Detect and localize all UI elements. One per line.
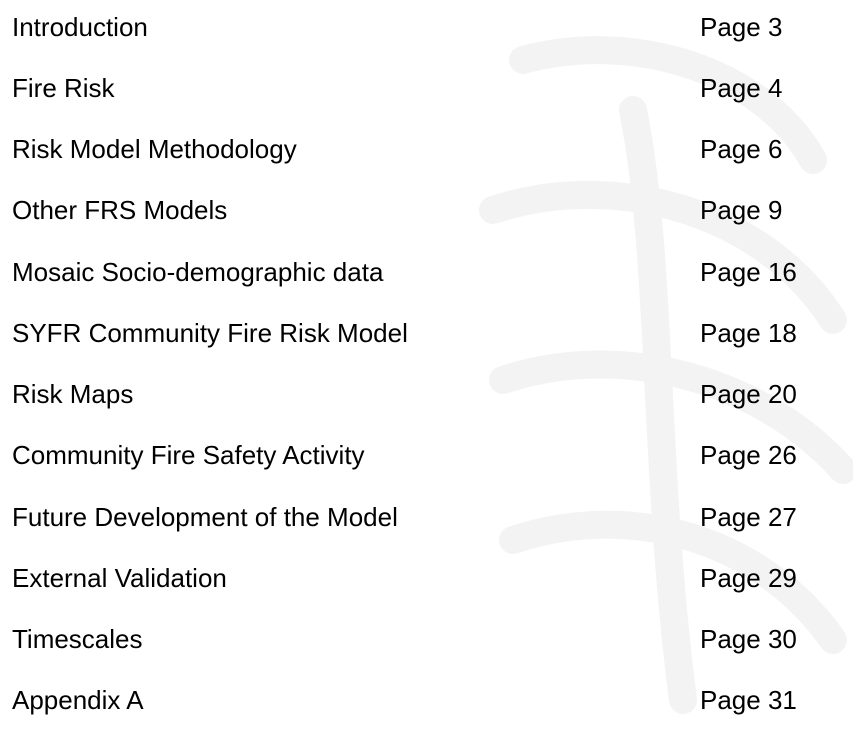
toc-entry-syfr-model[interactable]: SYFR Community Fire Risk Model Page 18 [0, 313, 853, 353]
toc-entry-title: Risk Maps [12, 379, 134, 409]
toc-entry-page: Page 4 [700, 73, 783, 103]
toc-entry-page: Page 29 [700, 563, 797, 593]
toc-entry-title: Risk Model Methodology [12, 134, 297, 164]
toc-entry-page: Page 18 [700, 318, 797, 348]
toc-entry-page: Page 16 [700, 257, 797, 287]
toc-entry-title: Mosaic Socio-demographic data [12, 257, 384, 287]
toc-entry-external-validation[interactable]: External Validation Page 29 [0, 558, 853, 598]
toc-entry-title: SYFR Community Fire Risk Model [12, 318, 408, 348]
toc-entry-introduction[interactable]: Introduction Page 3 [0, 7, 853, 47]
toc-entry-title: Timescales [12, 624, 143, 654]
toc-entry-appendix-a[interactable]: Appendix A Page 31 [0, 680, 853, 720]
toc-entry-title: Introduction [12, 12, 148, 42]
toc-entry-page: Page 30 [700, 624, 797, 654]
toc-entry-fire-risk[interactable]: Fire Risk Page 4 [0, 68, 853, 108]
toc-entry-timescales[interactable]: Timescales Page 30 [0, 619, 853, 659]
toc-entry-title: Community Fire Safety Activity [12, 440, 365, 470]
toc-entry-page: Page 26 [700, 440, 797, 470]
toc-entry-page: Page 20 [700, 379, 797, 409]
toc-entry-mosaic-data[interactable]: Mosaic Socio-demographic data Page 16 [0, 252, 853, 292]
toc-entry-page: Page 27 [700, 502, 797, 532]
toc-entry-risk-model-methodology[interactable]: Risk Model Methodology Page 6 [0, 129, 853, 169]
toc-entry-title: External Validation [12, 563, 227, 593]
toc-entry-community-fire-safety[interactable]: Community Fire Safety Activity Page 26 [0, 435, 853, 475]
toc-entry-risk-maps[interactable]: Risk Maps Page 20 [0, 374, 853, 414]
toc-entry-page: Page 3 [700, 12, 783, 42]
toc-entry-other-frs-models[interactable]: Other FRS Models Page 9 [0, 190, 853, 230]
toc-entry-title: Future Development of the Model [12, 502, 398, 532]
toc-entry-page: Page 31 [700, 685, 797, 715]
toc-entry-page: Page 6 [700, 134, 783, 164]
toc-entry-future-development[interactable]: Future Development of the Model Page 27 [0, 497, 853, 537]
toc-entry-title: Fire Risk [12, 73, 115, 103]
toc-entry-page: Page 9 [700, 195, 783, 225]
table-of-contents: Introduction Page 3 Fire Risk Page 4 Ris… [0, 0, 853, 744]
toc-entry-title: Appendix A [12, 685, 144, 715]
toc-entry-title: Other FRS Models [12, 195, 228, 225]
